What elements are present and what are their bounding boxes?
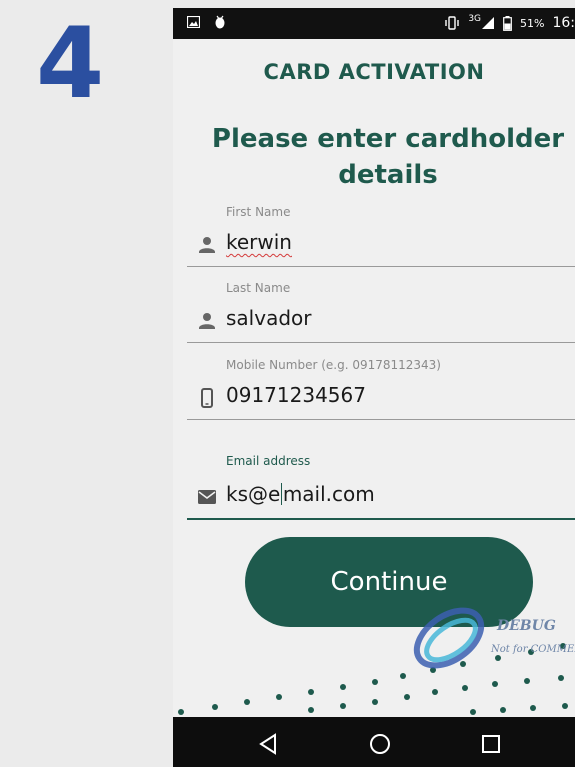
person-icon [199,313,215,329]
email-underline [187,518,575,520]
last-name-underline [187,342,575,343]
status-left [187,15,226,29]
last-name-label: Last Name [226,281,291,295]
home-icon[interactable] [368,732,392,756]
phone-icon [201,388,213,408]
status-time: 16: [552,15,575,31]
last-name-field[interactable]: Last Name salvador [187,281,575,345]
first-name-underline [187,266,575,267]
email-label: Email address [226,454,311,468]
email-text-before-caret: ks@e [226,482,281,506]
email-text-after-caret: mail.com [282,482,375,506]
recent-apps-icon[interactable] [479,732,503,756]
phone-screen: 3G 51% 16: CARD ACTIVATION Please enter … [173,8,575,767]
watermark-title: DEBUG [497,618,556,634]
signal-icon [482,17,495,29]
navigation-bar [173,717,575,767]
watermark-subtitle: Not for COMMER [491,644,575,655]
debug-bug-icon [215,15,225,29]
status-right: 3G 51% 16: [444,14,575,31]
person-icon [199,237,215,253]
first-name-field[interactable]: First Name kerwin [187,205,575,269]
watermark-swoosh-icon [413,607,485,669]
email-field[interactable]: Email address ks@e mail.com [187,454,575,522]
battery-icon [503,15,512,31]
mobile-number-label: Mobile Number (e.g. 09178112343) [226,358,441,372]
mobile-number-underline [187,419,575,420]
page-headline: Please enter cardholder details [211,124,565,190]
last-name-input[interactable]: salvador [226,306,311,330]
mail-icon [198,490,216,504]
first-name-input[interactable]: kerwin [226,230,292,254]
email-input[interactable]: ks@e mail.com [226,482,375,506]
network-type: 3G [468,14,482,24]
image-notification-icon [187,16,200,28]
step-number: 4 [36,7,105,121]
debug-watermark: DEBUG Not for COMMER [409,600,575,680]
battery-percentage: 51% [520,16,545,30]
back-icon[interactable] [257,732,281,756]
vibrate-icon [445,16,460,30]
screen-title: CARD ACTIVATION [263,60,485,84]
status-bar: 3G 51% 16: [173,8,575,39]
first-name-label: First Name [226,205,291,219]
mobile-number-field[interactable]: Mobile Number (e.g. 09178112343) 0917123… [187,358,575,422]
mobile-number-input[interactable]: 09171234567 [226,383,366,407]
